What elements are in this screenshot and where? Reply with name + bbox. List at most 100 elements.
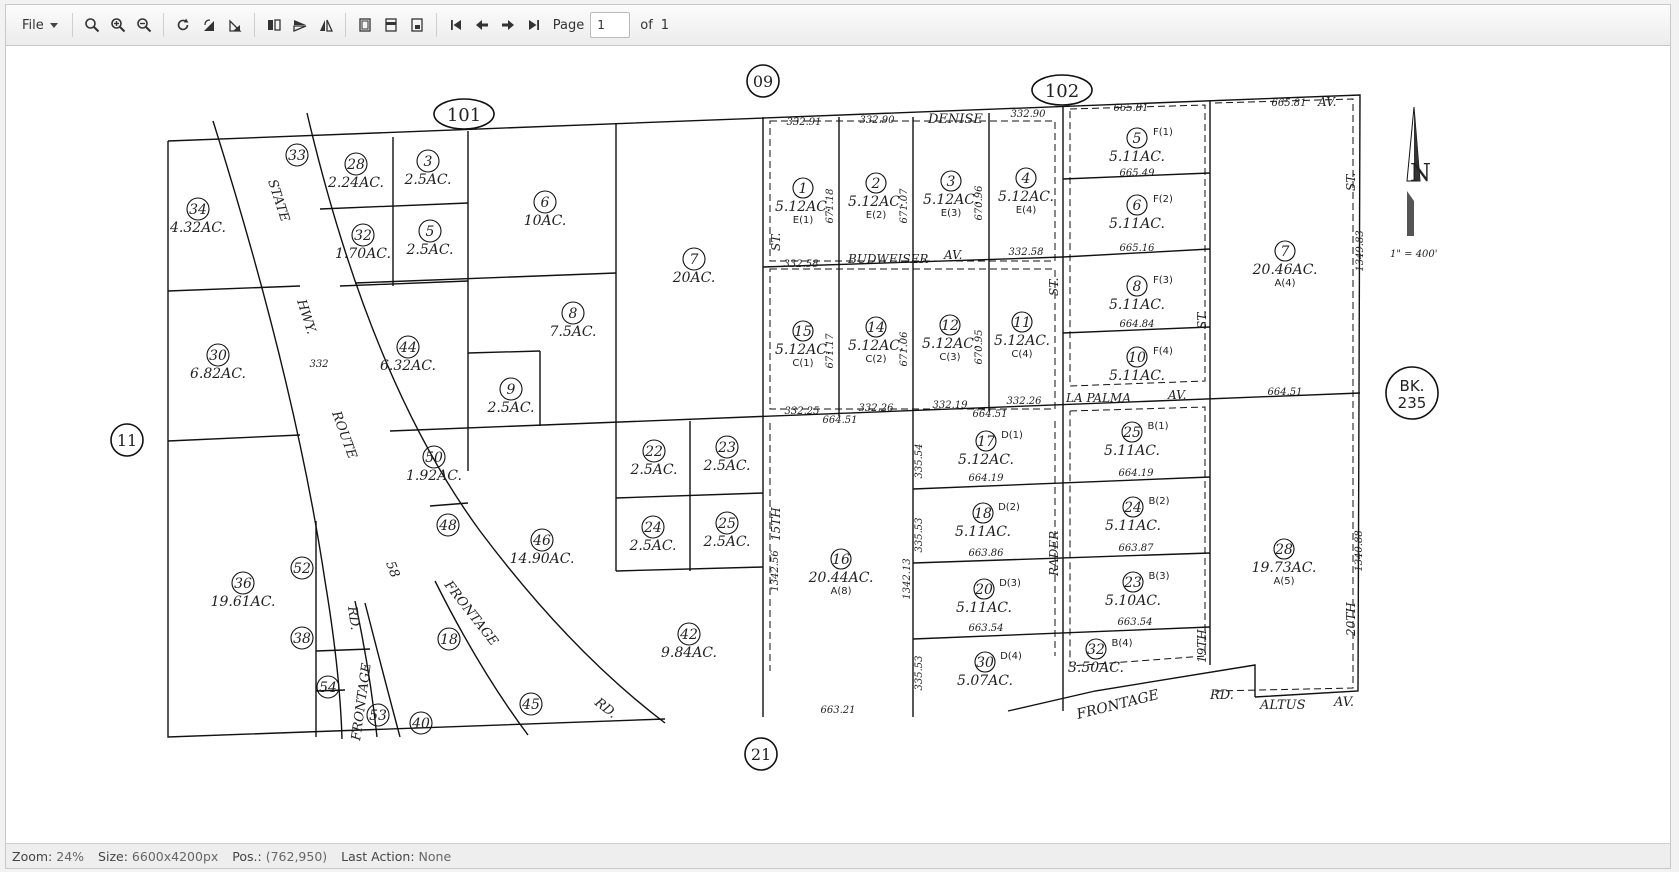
image-viewport[interactable]: 09 21 11 BK. 235 101 102 N 1" = 400' STA… — [10, 51, 1601, 849]
first-page-icon — [450, 20, 461, 30]
file-menu-button[interactable]: File — [14, 14, 66, 37]
road-15th-st: ST. — [769, 233, 783, 251]
lot-number: 25 — [1122, 425, 1141, 441]
dimension: 664.19 — [969, 473, 1005, 484]
lot-acreage: 5.11AC. — [956, 600, 1012, 616]
lot-subdivision: D(4) — [1000, 651, 1022, 662]
lot-subdivision: E(4) — [1016, 205, 1037, 216]
road-budweiser: BUDWEISER — [847, 252, 928, 266]
page-number-input[interactable] — [590, 12, 631, 38]
flip-horizontal-button[interactable] — [261, 11, 287, 39]
rotate-right-button[interactable] — [222, 11, 248, 39]
lot: 12 5.12AC.C(3) — [922, 314, 978, 363]
zoom-label: Zoom: — [12, 848, 53, 864]
parcel-acreage: 10AC. — [524, 213, 567, 229]
last-page-button[interactable] — [521, 11, 547, 39]
parcel: 6 10AC. — [524, 190, 567, 229]
parcel-number: 34 — [189, 202, 207, 218]
road-rd-left: RD. — [344, 604, 362, 631]
lot: 18 5.11AC. D(2) — [955, 502, 1020, 540]
parcel-number: 33 — [288, 148, 306, 164]
zoom-fit-button[interactable] — [79, 11, 105, 39]
actual-size-icon — [411, 18, 423, 32]
parcel-acreage: 2.5AC. — [629, 462, 677, 478]
last-page-icon — [528, 20, 539, 30]
zoom-in-button[interactable] — [105, 11, 131, 39]
road-19th: 19TH — [1195, 629, 1209, 663]
last-action-value: None — [418, 848, 452, 864]
zoom-in-icon — [110, 18, 125, 33]
dimension: 671.17 — [825, 333, 836, 369]
lot-acreage: 5.12AC. — [775, 199, 831, 215]
parcel: 8 7.5AC. — [549, 301, 597, 340]
total-pages: 1 — [660, 17, 670, 33]
book-left-label: 11 — [117, 431, 137, 450]
reset-button[interactable] — [170, 11, 196, 39]
dimension: 332.91 — [787, 117, 822, 128]
parcel-number: 32 — [354, 228, 372, 244]
road-budweiser-av: AV. — [943, 248, 962, 262]
flip-horizontal-icon — [267, 19, 281, 31]
toolbar-separator — [162, 13, 164, 37]
road-altus: ALTUS — [1259, 698, 1306, 713]
mirror-button[interactable] — [313, 11, 339, 39]
zoom-out-button[interactable] — [131, 11, 157, 39]
lot-acreage: 5.07AC. — [957, 673, 1013, 689]
pos-label: Pos.: — [232, 848, 262, 864]
toolbar: File Page of 1 — [6, 5, 1670, 46]
parcel-number: 28 — [346, 157, 365, 173]
first-page-button[interactable] — [443, 11, 469, 39]
lot-acreage: 20.46AC. — [1252, 262, 1318, 278]
next-page-button[interactable] — [495, 11, 521, 39]
lot-acreage: 3.50AC. — [1068, 660, 1124, 676]
toolbar-separator — [344, 13, 346, 37]
road-rd-bottom: RD. — [1209, 688, 1234, 703]
lot: 16 20.44AC.A(8) — [808, 548, 874, 597]
book-right-label-1: BK. — [1400, 377, 1425, 395]
dimension: 332.19 — [933, 400, 969, 411]
status-bar: Zoom: 24% Size: 6600x4200px Pos.: (762,9… — [6, 843, 1670, 868]
lot-acreage: 20.44AC. — [808, 570, 874, 586]
dimension: 670.96 — [974, 185, 985, 221]
arrow-right-icon — [501, 20, 514, 30]
lot: 1 5.12AC.E(1) — [775, 177, 831, 226]
parcel-number: 5 — [426, 224, 435, 240]
toolbar-separator — [71, 13, 73, 37]
parcel: 28 2.24AC. — [327, 152, 384, 191]
actual-size-button[interactable] — [404, 11, 430, 39]
road-hwy: HWY. — [293, 297, 319, 337]
previous-page-button[interactable] — [469, 11, 495, 39]
lot-acreage: 5.10AC. — [1105, 593, 1161, 609]
parcel-number: 8 — [569, 306, 578, 322]
zoom-out-icon — [136, 18, 151, 33]
parcel-number: 50 — [425, 450, 443, 466]
fit-width-button[interactable] — [378, 11, 404, 39]
parcel: 44 6.32AC. — [380, 335, 436, 374]
lot: 32 3.50AC. B(4) — [1068, 638, 1133, 676]
parcel-labels: 344.32AC.33282.24AC.32.5AC.321.70AC.52.5… — [169, 143, 751, 735]
last-action-label: Last Action: — [341, 848, 415, 864]
dimension: 1340.88 — [1354, 530, 1365, 571]
lot-subdivision: C(2) — [865, 354, 886, 365]
parcel-number: 7 — [690, 252, 699, 268]
flip-vertical-button[interactable] — [287, 11, 313, 39]
magnifier-icon — [84, 18, 99, 33]
road-19th-st: ST. — [1195, 311, 1209, 329]
rotate-left-button[interactable] — [196, 11, 222, 39]
caret-down-icon — [49, 22, 58, 28]
fit-page-button[interactable] — [352, 11, 378, 39]
fit-page-icon — [359, 18, 371, 32]
lot-subdivision: E(2) — [866, 210, 887, 221]
parcel-number: 9 — [507, 382, 516, 398]
dimension: 664.84 — [1120, 319, 1155, 330]
pos-value: (762,950) — [265, 848, 328, 864]
parcel-acreage: 2.5AC. — [628, 538, 676, 554]
parcel-number: 38 — [293, 631, 311, 647]
lot-number: 15 — [794, 324, 812, 340]
lot-subdivision: B(4) — [1111, 638, 1132, 649]
parcel-map[interactable]: 09 21 11 BK. 235 101 102 N 1" = 400' STA… — [10, 51, 1601, 849]
parcel-acreage: 9.84AC. — [661, 645, 717, 661]
of-label: of — [640, 17, 653, 33]
lot-acreage: 5.12AC. — [848, 338, 904, 354]
parcel-acreage: 6.32AC. — [380, 358, 436, 374]
